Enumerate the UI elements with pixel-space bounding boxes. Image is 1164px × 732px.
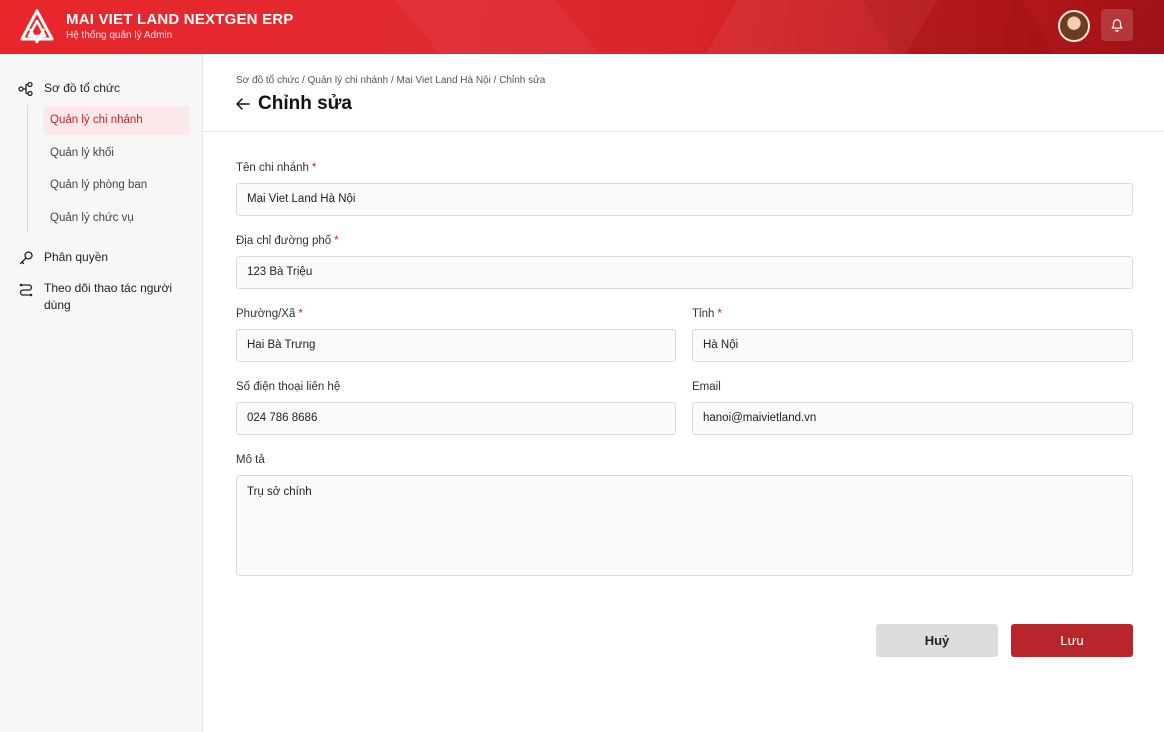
- page-title: Chỉnh sửa: [258, 93, 352, 114]
- subnav-line: [27, 105, 28, 233]
- key-icon: [19, 251, 33, 265]
- province-label: Tỉnh *: [692, 308, 722, 320]
- sidebar-item-position-management[interactable]: Quản lý chức vụ: [43, 204, 190, 233]
- sidebar-item-label: Sơ đồ tổ chức: [44, 81, 120, 95]
- logo-icon[interactable]: [20, 9, 54, 45]
- description-textarea[interactable]: Trụ sở chính: [236, 475, 1133, 576]
- route-icon: [19, 283, 33, 297]
- sidebar-item-block-management[interactable]: Quản lý khối: [43, 139, 190, 168]
- street-address-input[interactable]: 123 Bà Triệu: [236, 256, 1133, 289]
- description-label: Mô tả: [236, 454, 265, 466]
- save-button[interactable]: Lưu: [1011, 624, 1133, 657]
- avatar[interactable]: [1058, 10, 1090, 42]
- phone-input[interactable]: 024 786 8686: [236, 402, 676, 435]
- branch-name-input[interactable]: Mai Viet Land Hà Nội: [236, 183, 1133, 216]
- sidebar-item-permissions[interactable]: Phân quyền: [18, 249, 108, 266]
- sidebar-item-label: Phân quyền: [44, 250, 109, 264]
- sidebar-item-user-activity[interactable]: Theo dõi thao tác người dùng: [18, 280, 188, 314]
- email-input[interactable]: hanoi@maivietland.vn: [692, 402, 1133, 435]
- breadcrumb: Sơ đồ tổ chức / Quản lý chi nhánh / Mai …: [236, 75, 546, 86]
- sidebar-item-branch-management[interactable]: Quản lý chi nhánh: [43, 106, 190, 135]
- bell-icon: [1111, 19, 1123, 32]
- notifications-button[interactable]: [1101, 9, 1133, 41]
- ward-input[interactable]: Hai Bà Trưng: [236, 329, 676, 362]
- street-address-label: Địa chỉ đường phố *: [236, 235, 339, 247]
- back-arrow-icon[interactable]: [235, 96, 251, 112]
- org-chart-icon: [18, 81, 33, 97]
- app-subtitle: Hệ thống quản lý Admin: [66, 30, 173, 41]
- header-divider: [203, 131, 1164, 132]
- sidebar-item-department-management[interactable]: Quản lý phòng ban: [43, 171, 190, 200]
- branch-name-label: Tên chi nhánh *: [236, 162, 317, 174]
- sidebar-item-org-chart[interactable]: Sơ đồ tổ chức: [18, 80, 120, 97]
- ward-label: Phường/Xã *: [236, 308, 303, 320]
- province-input[interactable]: Hà Nội: [692, 329, 1133, 362]
- top-header: MAI VIET LAND NEXTGEN ERP Hệ thống quản …: [0, 0, 1164, 54]
- cancel-button[interactable]: Huỷ: [876, 624, 998, 657]
- sidebar-item-label: Theo dõi thao tác người dùng: [44, 281, 172, 312]
- app-title: MAI VIET LAND NEXTGEN ERP: [66, 11, 294, 28]
- sidebar: Sơ đồ tổ chức Quản lý chi nhánh Quản lý …: [0, 54, 203, 732]
- email-label: Email: [692, 381, 721, 393]
- phone-label: Số điện thoại liên hệ: [236, 381, 341, 393]
